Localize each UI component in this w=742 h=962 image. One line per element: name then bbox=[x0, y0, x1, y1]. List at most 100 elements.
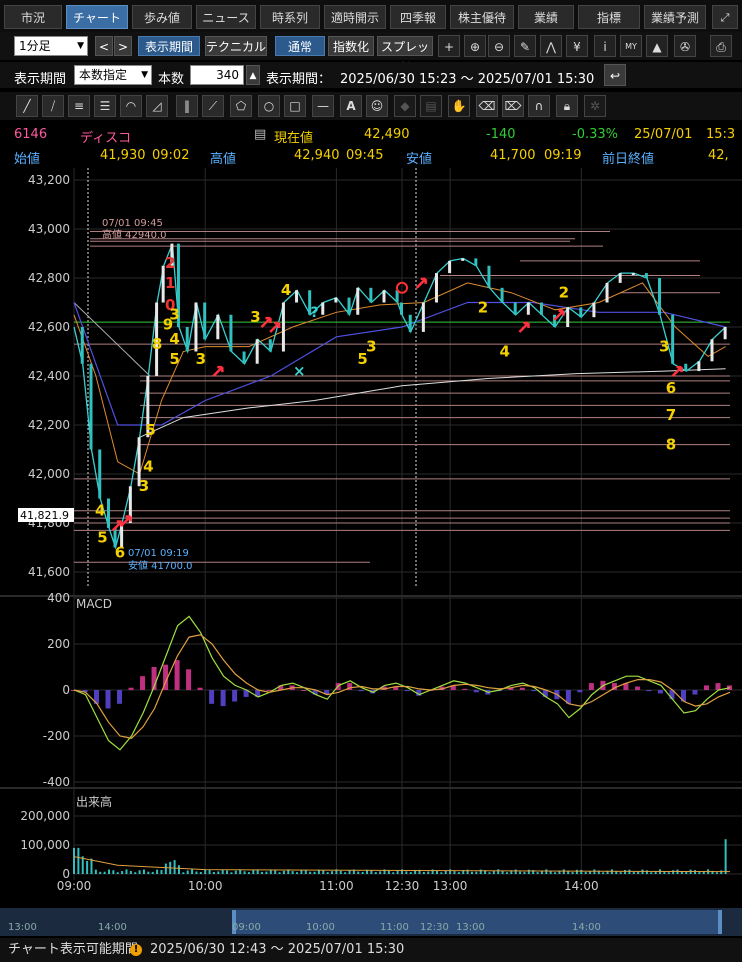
count-label: 3 bbox=[139, 477, 149, 495]
volume-bar bbox=[440, 872, 443, 874]
period-mode-select[interactable]: 本数指定 ▼ bbox=[74, 65, 152, 85]
settings-icon[interactable]: ✲ bbox=[584, 95, 606, 117]
volume-bar bbox=[527, 869, 530, 874]
hlines-icon[interactable]: ≡ bbox=[68, 95, 90, 117]
stamp-icon[interactable]: ◆ bbox=[394, 95, 416, 117]
high-annotation-time: 07/01 09:45 bbox=[102, 218, 163, 229]
expand-icon[interactable]: ⤢ bbox=[712, 5, 738, 29]
macd-histogram-bar bbox=[232, 690, 238, 702]
volume-bar bbox=[116, 872, 119, 874]
rectangle-icon[interactable]: □ bbox=[284, 95, 306, 117]
time-tick-label: 12:30 bbox=[385, 879, 420, 893]
volume-bar bbox=[492, 871, 495, 874]
price-chart[interactable]: 43,200 43,000 42,800 42,600 42,400 42,200 42,0… bbox=[0, 168, 742, 908]
fan-icon[interactable]: ◿ bbox=[146, 95, 168, 117]
eraser-icon[interactable]: ⌫ bbox=[476, 95, 498, 117]
info-icon[interactable]: i bbox=[594, 35, 616, 57]
lock-icon[interactable]: 🔒︎ bbox=[556, 95, 578, 117]
low-annotation-value: 安値 41700.0 bbox=[128, 559, 193, 572]
wrench-icon[interactable]: ✇ bbox=[674, 35, 696, 57]
index-button[interactable]: 指数化 bbox=[328, 36, 374, 56]
line-icon[interactable]: — bbox=[312, 95, 334, 117]
volume-bar bbox=[86, 860, 89, 874]
fib-icon[interactable]: ☰ bbox=[94, 95, 116, 117]
tab-indicators[interactable]: 指標 bbox=[578, 5, 640, 29]
doc-icon[interactable]: ▤ bbox=[254, 127, 266, 142]
my-icon[interactable]: MY bbox=[620, 35, 642, 57]
range-navigator[interactable]: 13:00 14:00 09:00 10:00 11:00 12:30 13:0… bbox=[0, 908, 742, 936]
hand-icon[interactable]: ✋ bbox=[448, 95, 470, 117]
tab-forecast[interactable]: 業績予測 bbox=[644, 5, 706, 29]
circle-icon[interactable]: ○ bbox=[258, 95, 280, 117]
nav-time-2: 09:00 bbox=[232, 922, 261, 933]
emoji-icon[interactable]: ☺ bbox=[366, 95, 388, 117]
trendline-icon[interactable]: ╱ bbox=[16, 95, 38, 117]
volume-bar bbox=[444, 870, 447, 874]
return-icon[interactable]: ↩ bbox=[604, 64, 626, 86]
technical-button[interactable]: テクニカル bbox=[205, 36, 267, 56]
count-label: 8 bbox=[152, 335, 162, 353]
spread-button[interactable]: スプレッド bbox=[377, 36, 433, 74]
eraser-all-icon[interactable]: ⌦ bbox=[502, 95, 524, 117]
volume-tick-label: 100,000 bbox=[20, 838, 70, 852]
note-icon[interactable]: ▤ bbox=[420, 95, 442, 117]
pentagon-icon[interactable]: ⬠ bbox=[230, 95, 252, 117]
vlines-icon[interactable]: ‖ bbox=[176, 95, 198, 117]
mountain-chart-icon[interactable]: ▲ bbox=[646, 35, 668, 57]
interval-select[interactable]: 1分足 ▼ bbox=[14, 36, 88, 56]
nav-time-0: 13:00 bbox=[8, 922, 37, 933]
nav-time-1: 14:00 bbox=[98, 922, 127, 933]
navigator-right-handle[interactable] bbox=[718, 910, 722, 934]
crosshair-icon[interactable]: + bbox=[438, 35, 460, 57]
text-tool-icon[interactable]: A bbox=[340, 95, 362, 117]
time-tick-label: 10:00 bbox=[188, 879, 223, 893]
candle bbox=[408, 314, 412, 332]
volume-bar bbox=[457, 872, 460, 874]
tab-disclosure[interactable]: 適時開示 bbox=[324, 5, 386, 29]
tab-results[interactable]: 業績 bbox=[518, 5, 574, 29]
volume-bar bbox=[523, 871, 526, 874]
count-label: 7 bbox=[666, 406, 676, 424]
macd-histogram-bar bbox=[197, 687, 203, 690]
open-price: 41,930 bbox=[100, 148, 146, 163]
tab-shikiho[interactable]: 四季報 bbox=[390, 5, 446, 29]
volume-bar bbox=[514, 869, 517, 874]
count-label: 3 bbox=[169, 306, 179, 324]
macd-histogram-bar bbox=[174, 660, 180, 690]
print-icon[interactable]: ⎙ bbox=[710, 35, 732, 57]
quote-info: 6146 ディスコ ▤ 現在値 42,490 -140 -0.33% 25/07… bbox=[0, 124, 742, 167]
period-button[interactable]: 表示期間 bbox=[138, 36, 200, 56]
macd-histogram-bar bbox=[358, 690, 364, 692]
yen-icon[interactable]: ¥ bbox=[566, 35, 588, 57]
volume-bar bbox=[497, 869, 500, 874]
zoom-out-icon[interactable]: ⊖ bbox=[488, 35, 510, 57]
arc-icon[interactable]: ◠ bbox=[120, 95, 142, 117]
volume-bar bbox=[322, 870, 325, 874]
volume-tick-label: 200,000 bbox=[20, 809, 70, 823]
count-label: 2 bbox=[165, 254, 175, 272]
volume-bar bbox=[191, 869, 194, 874]
candle bbox=[89, 363, 93, 450]
quote-time: 15:3 bbox=[706, 127, 736, 142]
tab-news[interactable]: ニュース bbox=[196, 5, 256, 29]
zoom-in-icon[interactable]: ⊕ bbox=[464, 35, 486, 57]
candle bbox=[487, 265, 491, 288]
magnet-icon[interactable]: ∩ bbox=[528, 95, 550, 117]
tab-benefits[interactable]: 株主優待 bbox=[450, 5, 514, 29]
tab-market[interactable]: 市況 bbox=[4, 5, 62, 29]
count-stepper[interactable]: ▲ bbox=[246, 65, 260, 85]
gann-fan-icon[interactable]: ⟋ bbox=[202, 95, 224, 117]
candle bbox=[185, 327, 189, 352]
count-label: 5 bbox=[169, 350, 179, 368]
ruler-icon[interactable]: ⧸ bbox=[42, 95, 64, 117]
next-button[interactable]: > bbox=[114, 36, 132, 56]
pattern-icon[interactable]: ⋀ bbox=[540, 35, 562, 57]
tab-timeseries[interactable]: 時系列 bbox=[260, 5, 320, 29]
count-input[interactable]: 340 bbox=[190, 65, 244, 85]
tab-chart[interactable]: チャート bbox=[66, 5, 128, 29]
pencil-icon[interactable]: ✎ bbox=[514, 35, 536, 57]
tab-ticks[interactable]: 歩み値 bbox=[132, 5, 192, 29]
macd-histogram-bar bbox=[588, 683, 594, 690]
prev-button[interactable]: < bbox=[95, 36, 113, 56]
normal-button[interactable]: 通常 bbox=[275, 36, 325, 56]
